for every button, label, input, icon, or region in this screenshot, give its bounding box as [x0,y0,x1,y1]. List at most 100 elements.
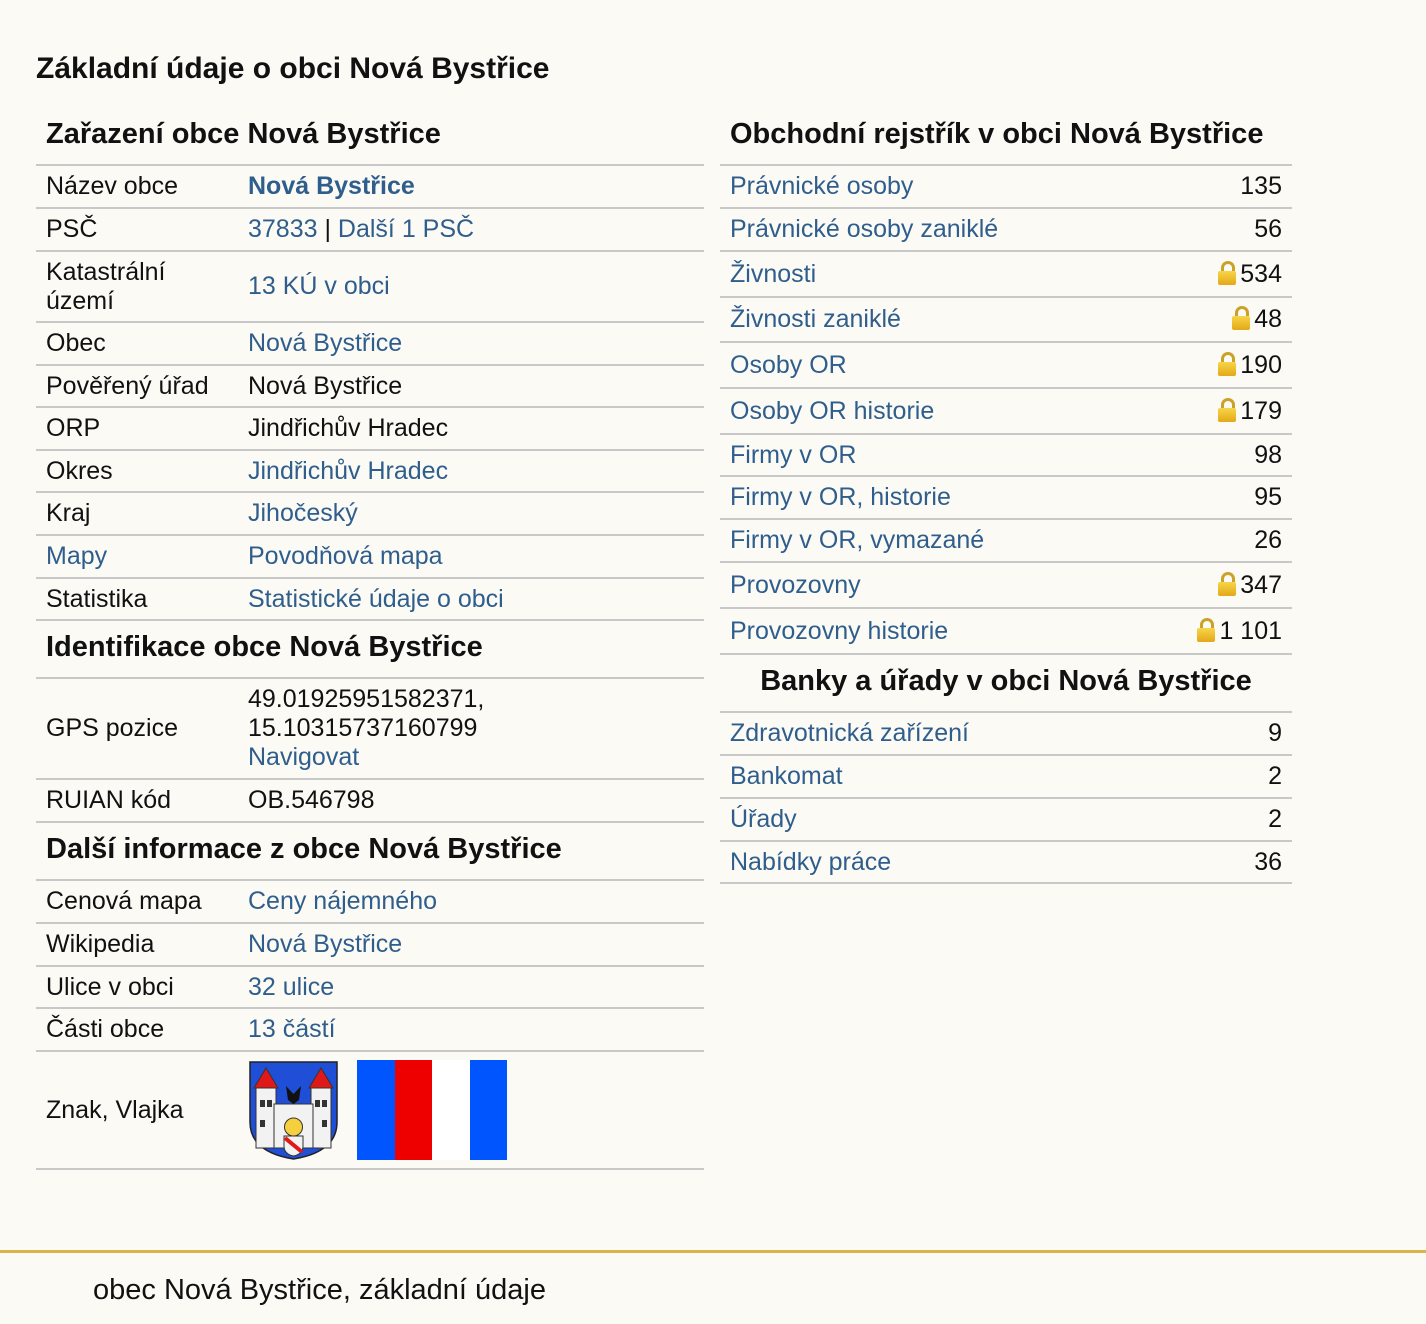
row-label: Název obce [36,166,238,209]
flag-stripe [357,1060,395,1160]
table-row: Části obce 13 částí [36,1008,704,1052]
nazev-obce-link[interactable]: Nová Bystřice [248,172,415,200]
count: 190 [1240,350,1282,379]
ceny-najemneho-link[interactable]: Ceny nájemného [248,887,437,915]
osoby-or-link[interactable]: Osoby OR [730,351,847,379]
row-label: Pověřený úřad [36,365,238,408]
count: 2 [1202,798,1292,842]
dalsi-psc-link[interactable]: Další 1 PSČ [338,215,474,243]
table-row: Živnosti zaniklé 48 [720,297,1292,343]
row-label: Cenová mapa [36,881,238,924]
lock-icon [1232,306,1251,330]
gps-longitude: 15.10315737160799 [248,714,478,742]
obec-link[interactable]: Nová Bystřice [248,329,402,357]
row-label: Kraj [36,492,238,536]
table-row: Bankomat 2 [720,755,1292,799]
poverenu-urad-value: Nová Bystřice [238,365,704,408]
table-row: Firmy v OR, historie 95 [720,476,1292,520]
table-row: Pověřený úřad Nová Bystřice [36,365,704,408]
table-row: Firmy v OR 98 [720,434,1292,477]
table-row: Název obce Nová Bystřice [36,166,704,209]
nabidky-prace-link[interactable]: Nabídky práce [730,848,891,876]
table-row: Okres Jindřichův Hradec [36,450,704,493]
zdravotnicka-zarizeni-link[interactable]: Zdravotnická zařízení [730,719,969,747]
mapy-link[interactable]: Mapy [46,542,107,570]
lock-icon [1197,617,1216,642]
page-title: Základní údaje o obci Nová Bystřice [36,52,550,85]
table-row: Mapy Povodňová mapa [36,535,704,579]
navigovat-link[interactable]: Navigovat [248,743,359,771]
identifikace-table: GPS pozice 49.01925951582371, 15.1031573… [36,679,704,823]
bankomat-link[interactable]: Bankomat [730,762,843,790]
zivnosti-link[interactable]: Živnosti [730,260,816,288]
ruian-value: OB.546798 [238,779,704,823]
row-label: Okres [36,450,238,493]
count: 9 [1202,713,1292,756]
table-row: Osoby OR 190 [720,342,1292,389]
table-row: Katastrální území 13 KÚ v obci [36,251,704,323]
table-row: Cenová mapa Ceny nájemného [36,881,704,924]
flag-stripe [432,1060,470,1160]
row-label: ORP [36,407,238,451]
row-label: Statistika [36,578,238,621]
footer-divider [0,1250,1426,1253]
katastralni-uzemi-link[interactable]: 13 KÚ v obci [248,272,390,300]
count: 179 [1240,396,1282,425]
table-row: Znak, Vlajka [36,1051,704,1170]
provozovny-historie-link[interactable]: Provozovny historie [730,617,948,645]
count: 2 [1202,755,1292,799]
banky-table: Zdravotnická zařízení 9 Bankomat 2 Úřady… [720,713,1292,884]
provozovny-link[interactable]: Provozovny [730,571,861,599]
pravnicke-osoby-link[interactable]: Právnické osoby [730,172,913,200]
lock-icon [1218,351,1237,376]
count: 98 [1139,434,1292,477]
lock-icon [1218,571,1237,596]
flag-stripe [394,1060,432,1160]
osoby-or-historie-link[interactable]: Osoby OR historie [730,397,934,425]
table-row: Zdravotnická zařízení 9 [720,713,1292,756]
table-row: Živnosti 534 [720,251,1292,298]
kraj-link[interactable]: Jihočeský [248,499,358,527]
obchodni-table: Právnické osoby 135 Právnické osoby zani… [720,166,1292,655]
wikipedia-link[interactable]: Nová Bystřice [248,930,402,958]
table-row: Statistika Statistické údaje o obci [36,578,704,621]
okres-link[interactable]: Jindřichův Hradec [248,457,448,485]
row-label: PSČ [36,208,238,252]
povodnova-mapa-link[interactable]: Povodňová mapa [248,542,443,570]
row-label: Ulice v obci [36,966,238,1009]
count: 95 [1139,476,1292,520]
urady-link[interactable]: Úřady [730,805,797,833]
firmy-v-or-historie-link[interactable]: Firmy v OR, historie [730,483,951,511]
psc-separator: | [317,215,338,243]
table-row: Nabídky práce 36 [720,841,1292,884]
flag-icon[interactable] [357,1060,507,1160]
zarazeni-title: Zařazení obce Nová Bystřice [36,108,704,166]
firmy-v-or-link[interactable]: Firmy v OR [730,441,856,469]
table-row: Ulice v obci 32 ulice [36,966,704,1009]
left-column: Zařazení obce Nová Bystřice Název obce N… [36,108,704,1170]
table-row: GPS pozice 49.01925951582371, 15.1031573… [36,679,704,780]
casti-obce-link[interactable]: 13 částí [248,1015,336,1043]
statistika-link[interactable]: Statistické údaje o obci [248,585,504,613]
row-label: Wikipedia [36,923,238,967]
count: 48 [1254,305,1282,333]
dalsi-table: Cenová mapa Ceny nájemného Wikipedia Nov… [36,881,704,1170]
coat-of-arms-icon[interactable] [248,1060,339,1160]
count: 1 101 [1219,616,1282,645]
right-column: Obchodní rejstřík v obci Nová Bystřice P… [720,108,1292,884]
count: 135 [1139,166,1292,209]
flag-stripe [469,1060,507,1160]
zivnosti-zanikle-link[interactable]: Živnosti zaniklé [730,305,901,333]
table-row: ORP Jindřichův Hradec [36,407,704,451]
obchodni-title: Obchodní rejstřík v obci Nová Bystřice [720,108,1292,166]
firmy-v-or-vymazane-link[interactable]: Firmy v OR, vymazané [730,526,984,554]
ulice-link[interactable]: 32 ulice [248,973,334,1001]
table-row: Firmy v OR, vymazané 26 [720,519,1292,563]
pravnicke-osoby-zanikle-link[interactable]: Právnické osoby zaniklé [730,215,998,243]
row-label: Části obce [36,1008,238,1052]
table-row: Wikipedia Nová Bystřice [36,923,704,967]
table-row: Obec Nová Bystřice [36,322,704,366]
psc-link[interactable]: 37833 [248,215,318,243]
row-label: Znak, Vlajka [36,1051,238,1170]
table-row: Osoby OR historie 179 [720,388,1292,435]
